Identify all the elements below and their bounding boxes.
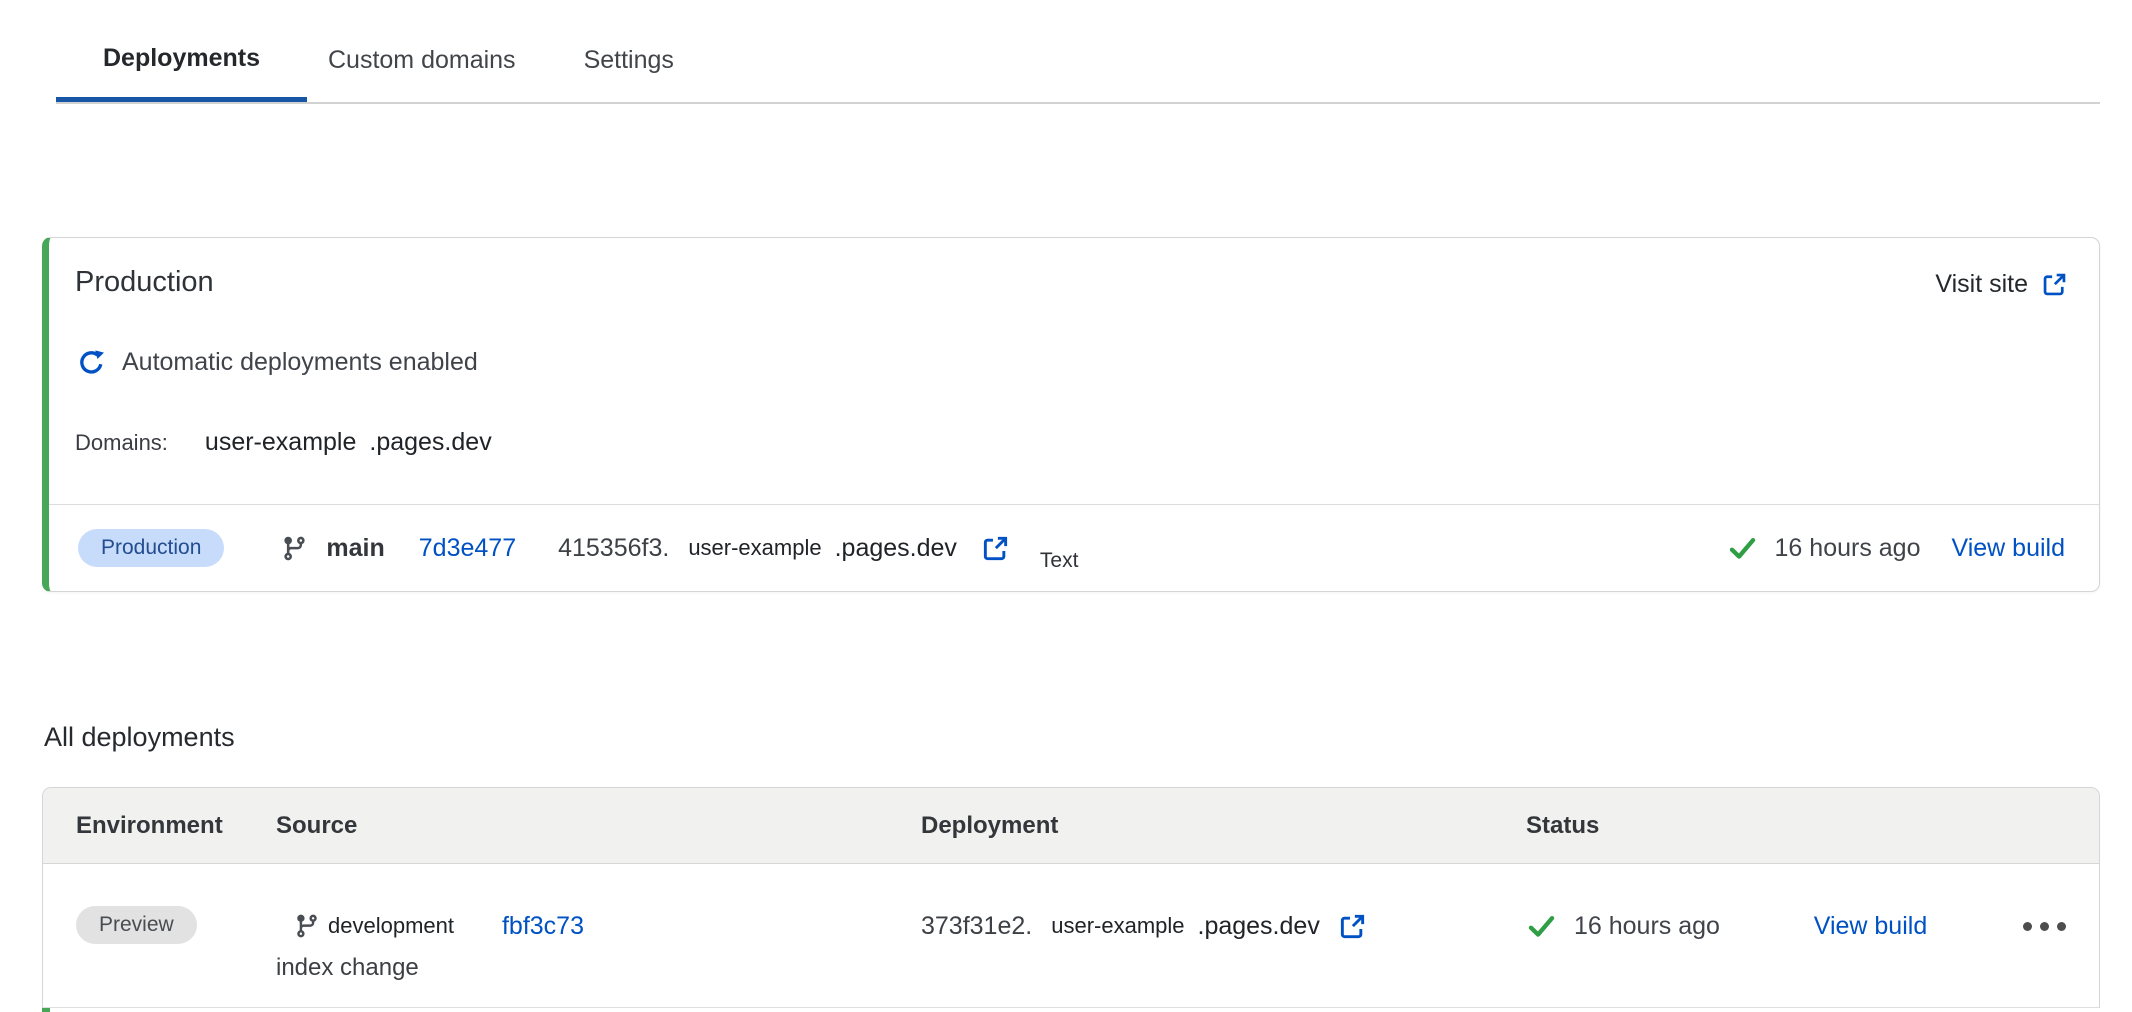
git-branch-icon [281, 535, 308, 562]
tab-custom-domains[interactable]: Custom domains [328, 30, 516, 102]
tab-bar: Deployments Custom domains Settings [56, 28, 2100, 104]
column-header-deployment: Deployment [921, 812, 1526, 840]
all-deployments-table: Environment Source Deployment Status Pre… [42, 787, 2100, 1008]
deployment-url-name[interactable]: user-example [688, 535, 821, 561]
automatic-deployments-text: Automatic deployments enabled [122, 348, 478, 377]
more-options-icon[interactable] [2021, 916, 2068, 937]
table-row: Preview development fbf3c73 index change… [43, 864, 2099, 1008]
domains-row: Domains: user-example .pages.dev [75, 428, 492, 457]
next-row-indicator [42, 1008, 50, 1012]
row-commit-link[interactable]: fbf3c73 [502, 912, 584, 941]
external-link-icon[interactable] [981, 534, 1010, 563]
all-deployments-heading: All deployments [44, 722, 235, 753]
source-cell: development fbf3c73 index change [276, 864, 921, 1007]
production-card-title: Production [75, 266, 214, 299]
view-build-link[interactable]: View build [1814, 912, 1928, 941]
deployment-url-suffix[interactable]: .pages.dev [1198, 912, 1320, 941]
domains-label: Domains: [75, 430, 168, 456]
domain-name: user-example [205, 428, 356, 457]
git-branch-icon [294, 913, 320, 939]
deployment-url-hash: 373f31e2. [921, 912, 1032, 941]
domain-suffix: .pages.dev [369, 428, 491, 457]
environment-badge-production: Production [78, 529, 224, 567]
tab-deployments[interactable]: Deployments [56, 28, 307, 102]
tab-settings[interactable]: Settings [584, 30, 674, 102]
production-branch-name: main [326, 534, 384, 563]
column-header-status: Status [1526, 812, 2099, 840]
deployment-time: 16 hours ago [1574, 912, 1720, 941]
production-deployment-row: Production main 7d3e477 415356f3. user-e… [49, 504, 2099, 591]
production-commit-link[interactable]: 7d3e477 [419, 534, 516, 563]
check-icon [1727, 533, 1758, 564]
row-branch-name: development [328, 913, 454, 939]
production-card: Production Visit site Automatic deployme… [42, 237, 2100, 592]
status-cell: 16 hours ago View build [1526, 864, 2099, 1007]
deployment-note: Text [1040, 549, 1079, 573]
column-header-environment: Environment [76, 812, 276, 840]
production-status-group: 16 hours ago View build [1727, 533, 2065, 564]
deployment-url-hash: 415356f3. [558, 534, 669, 563]
automatic-deployments-row: Automatic deployments enabled [77, 348, 478, 377]
check-icon [1526, 911, 1557, 942]
view-build-link[interactable]: View build [1951, 534, 2065, 563]
deployment-cell: 373f31e2. user-example .pages.dev [921, 864, 1526, 1007]
external-link-icon [2041, 271, 2068, 298]
deployment-url-suffix[interactable]: .pages.dev [835, 534, 957, 563]
refresh-icon [77, 348, 106, 377]
environment-badge-preview: Preview [76, 906, 197, 944]
visit-site-link[interactable]: Visit site [1935, 270, 2068, 299]
deployment-url-name[interactable]: user-example [1051, 913, 1184, 939]
environment-cell: Preview [76, 864, 276, 1007]
table-header-row: Environment Source Deployment Status [43, 788, 2099, 864]
column-header-source: Source [276, 812, 921, 840]
visit-site-label: Visit site [1935, 270, 2028, 299]
row-commit-message: index change [276, 954, 921, 982]
deployment-time: 16 hours ago [1775, 534, 1921, 563]
external-link-icon[interactable] [1338, 912, 1367, 941]
